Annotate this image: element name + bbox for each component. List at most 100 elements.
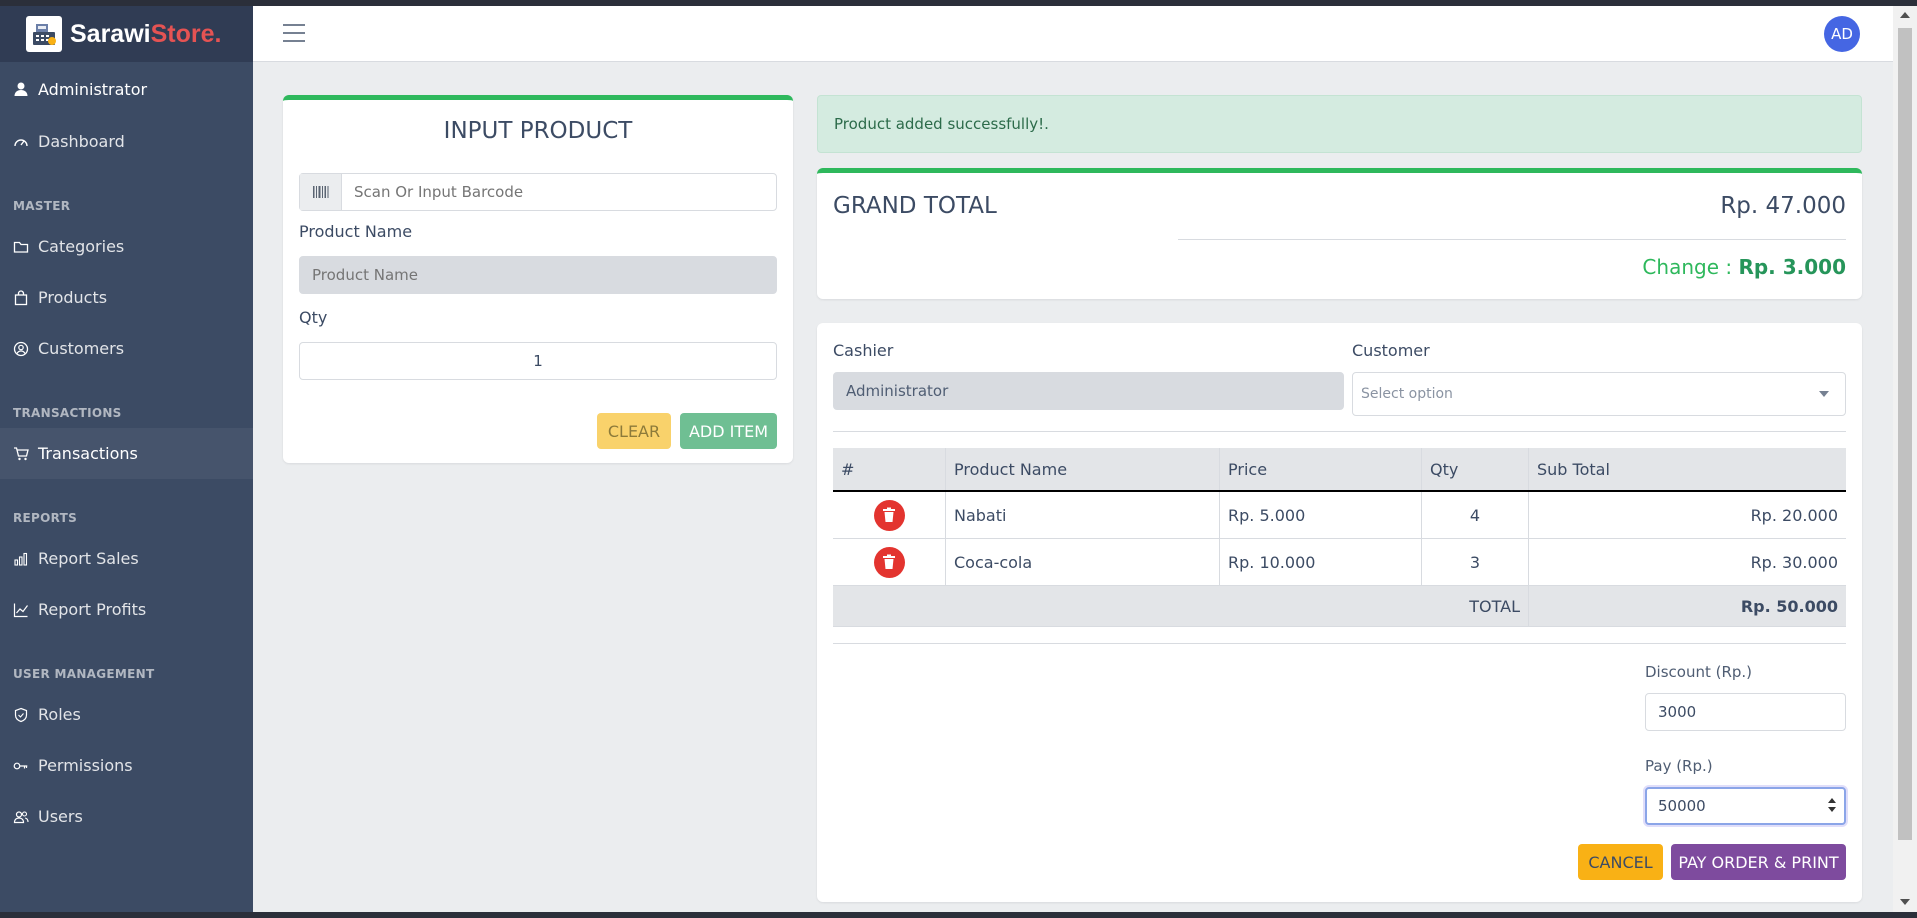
line-chart-icon <box>13 602 29 618</box>
qty-input[interactable] <box>299 342 777 380</box>
sidebar-item-label: Transactions <box>38 444 138 463</box>
scroll-down-arrow-icon[interactable] <box>1900 899 1910 905</box>
cart-icon <box>13 446 29 462</box>
sidebar-item-report-profits[interactable]: Report Profits <box>0 584 253 635</box>
product-name-input[interactable] <box>299 256 777 294</box>
sidebar-item-permissions[interactable]: Permissions <box>0 740 253 791</box>
pay-label: Pay (Rp.) <box>1645 757 1713 775</box>
delete-item-button[interactable] <box>873 546 905 578</box>
sidebar-item-label: Report Sales <box>38 549 139 568</box>
subtotal-cell: Rp. 30.000 <box>1528 538 1846 586</box>
product-name-label: Product Name <box>299 222 413 241</box>
total-row: TOTAL Rp. 50.000 <box>833 585 1846 627</box>
window-bottom-strip <box>0 912 1917 918</box>
sidebar-item-transactions[interactable]: Transactions <box>0 428 253 479</box>
product-name-cell: Coca-cola <box>945 538 1220 586</box>
discount-label: Discount (Rp.) <box>1645 663 1753 681</box>
sidebar-user[interactable]: Administrator <box>0 62 253 116</box>
number-spinner[interactable] <box>1828 798 1836 814</box>
order-items-table: # Product Name Price Qty Sub Total Nabat… <box>833 448 1846 627</box>
divider <box>833 431 1846 432</box>
hamburger-icon[interactable] <box>283 24 305 42</box>
input-product-card: INPUT PRODUCT Product Name Qty CLEAR ADD… <box>283 95 793 463</box>
cashier-input[interactable] <box>833 372 1344 410</box>
sidebar-section-reports: REPORTS <box>13 511 78 525</box>
col-header-number: # <box>833 448 946 492</box>
product-name-cell: Nabati <box>945 491 1220 539</box>
input-product-title: INPUT PRODUCT <box>443 118 633 144</box>
sidebar-item-products[interactable]: Products <box>0 272 253 323</box>
sidebar-item-label: Customers <box>38 339 125 358</box>
discount-input[interactable] <box>1645 693 1846 731</box>
pay-order-print-button[interactable]: PAY ORDER & PRINT <box>1671 844 1846 880</box>
change-display: Change : Rp. 3.000 <box>1642 255 1846 279</box>
cancel-button[interactable]: CANCEL <box>1578 844 1663 880</box>
add-item-button[interactable]: ADD ITEM <box>680 413 777 449</box>
sidebar-section-master: MASTER <box>13 199 71 213</box>
pay-input-value: 50000 <box>1658 797 1706 815</box>
sidebar-item-report-sales[interactable]: Report Sales <box>0 533 253 584</box>
sidebar-item-roles[interactable]: Roles <box>0 689 253 740</box>
scroll-up-arrow-icon[interactable] <box>1900 12 1910 18</box>
chevron-down-icon <box>1819 391 1829 397</box>
customer-select[interactable]: Select option <box>1352 372 1846 416</box>
user-circle-icon <box>13 341 29 357</box>
cash-register-icon <box>26 16 62 52</box>
scroll-thumb[interactable] <box>1898 28 1912 840</box>
grand-total-label: GRAND TOTAL <box>833 193 997 219</box>
avatar[interactable]: AD <box>1824 16 1860 52</box>
col-header-price: Price <box>1219 448 1422 492</box>
brand-name: SarawiStore. <box>70 19 222 48</box>
grand-total-value: Rp. 47.000 <box>1720 193 1846 219</box>
users-icon <box>13 809 29 825</box>
pay-input[interactable]: 50000 <box>1645 787 1846 825</box>
qty-cell: 3 <box>1421 538 1529 586</box>
sidebar-user-label: Administrator <box>38 79 148 99</box>
table-row: Coca-cola Rp. 10.000 3 Rp. 30.000 <box>833 538 1846 586</box>
total-label: TOTAL <box>833 585 1529 627</box>
table-header-row: # Product Name Price Qty Sub Total <box>833 448 1846 492</box>
price-cell: Rp. 10.000 <box>1219 538 1422 586</box>
delete-cell <box>833 538 946 586</box>
shield-icon <box>13 707 29 723</box>
brand[interactable]: SarawiStore. <box>0 6 253 62</box>
user-icon <box>13 81 29 97</box>
sidebar-item-label: Permissions <box>38 756 133 775</box>
sidebar-item-users[interactable]: Users <box>0 791 253 842</box>
bar-chart-icon <box>13 551 29 567</box>
change-value: Rp. 3.000 <box>1738 255 1846 279</box>
barcode-input[interactable] <box>342 174 776 210</box>
sidebar-item-dashboard[interactable]: Dashboard <box>0 116 253 167</box>
sidebar-item-label: Products <box>38 288 108 307</box>
table-row: Nabati Rp. 5.000 4 Rp. 20.000 <box>833 491 1846 539</box>
key-icon <box>13 758 29 774</box>
bag-icon <box>13 289 29 306</box>
qty-cell: 4 <box>1421 491 1529 539</box>
trash-icon <box>883 554 895 569</box>
clear-button[interactable]: CLEAR <box>597 413 671 449</box>
grand-total-card: GRAND TOTAL Rp. 47.000 Change : Rp. 3.00… <box>817 168 1862 299</box>
sidebar-item-label: Categories <box>38 237 125 256</box>
customer-select-placeholder: Select option <box>1361 386 1453 402</box>
qty-label: Qty <box>299 308 328 327</box>
sidebar-section-user-management: USER MANAGEMENT <box>13 667 155 681</box>
sidebar-item-customers[interactable]: Customers <box>0 323 253 374</box>
folder-icon <box>13 239 29 255</box>
barcode-input-group <box>299 173 777 211</box>
subtotal-cell: Rp. 20.000 <box>1528 491 1846 539</box>
divider <box>1178 239 1846 240</box>
col-header-product-name: Product Name <box>945 448 1220 492</box>
sidebar-item-label: Users <box>38 807 83 826</box>
col-header-subtotal: Sub Total <box>1528 448 1846 492</box>
divider <box>833 643 1846 644</box>
total-value: Rp. 50.000 <box>1528 585 1846 627</box>
success-alert: Product added successfully!. <box>817 95 1862 153</box>
barcode-icon <box>300 174 342 210</box>
trash-icon <box>883 507 895 522</box>
delete-cell <box>833 491 946 539</box>
price-cell: Rp. 5.000 <box>1219 491 1422 539</box>
page-scrollbar[interactable] <box>1893 6 1917 912</box>
sidebar-item-categories[interactable]: Categories <box>0 221 253 272</box>
delete-item-button[interactable] <box>873 499 905 531</box>
sidebar-section-transactions: TRANSACTIONS <box>13 406 122 420</box>
